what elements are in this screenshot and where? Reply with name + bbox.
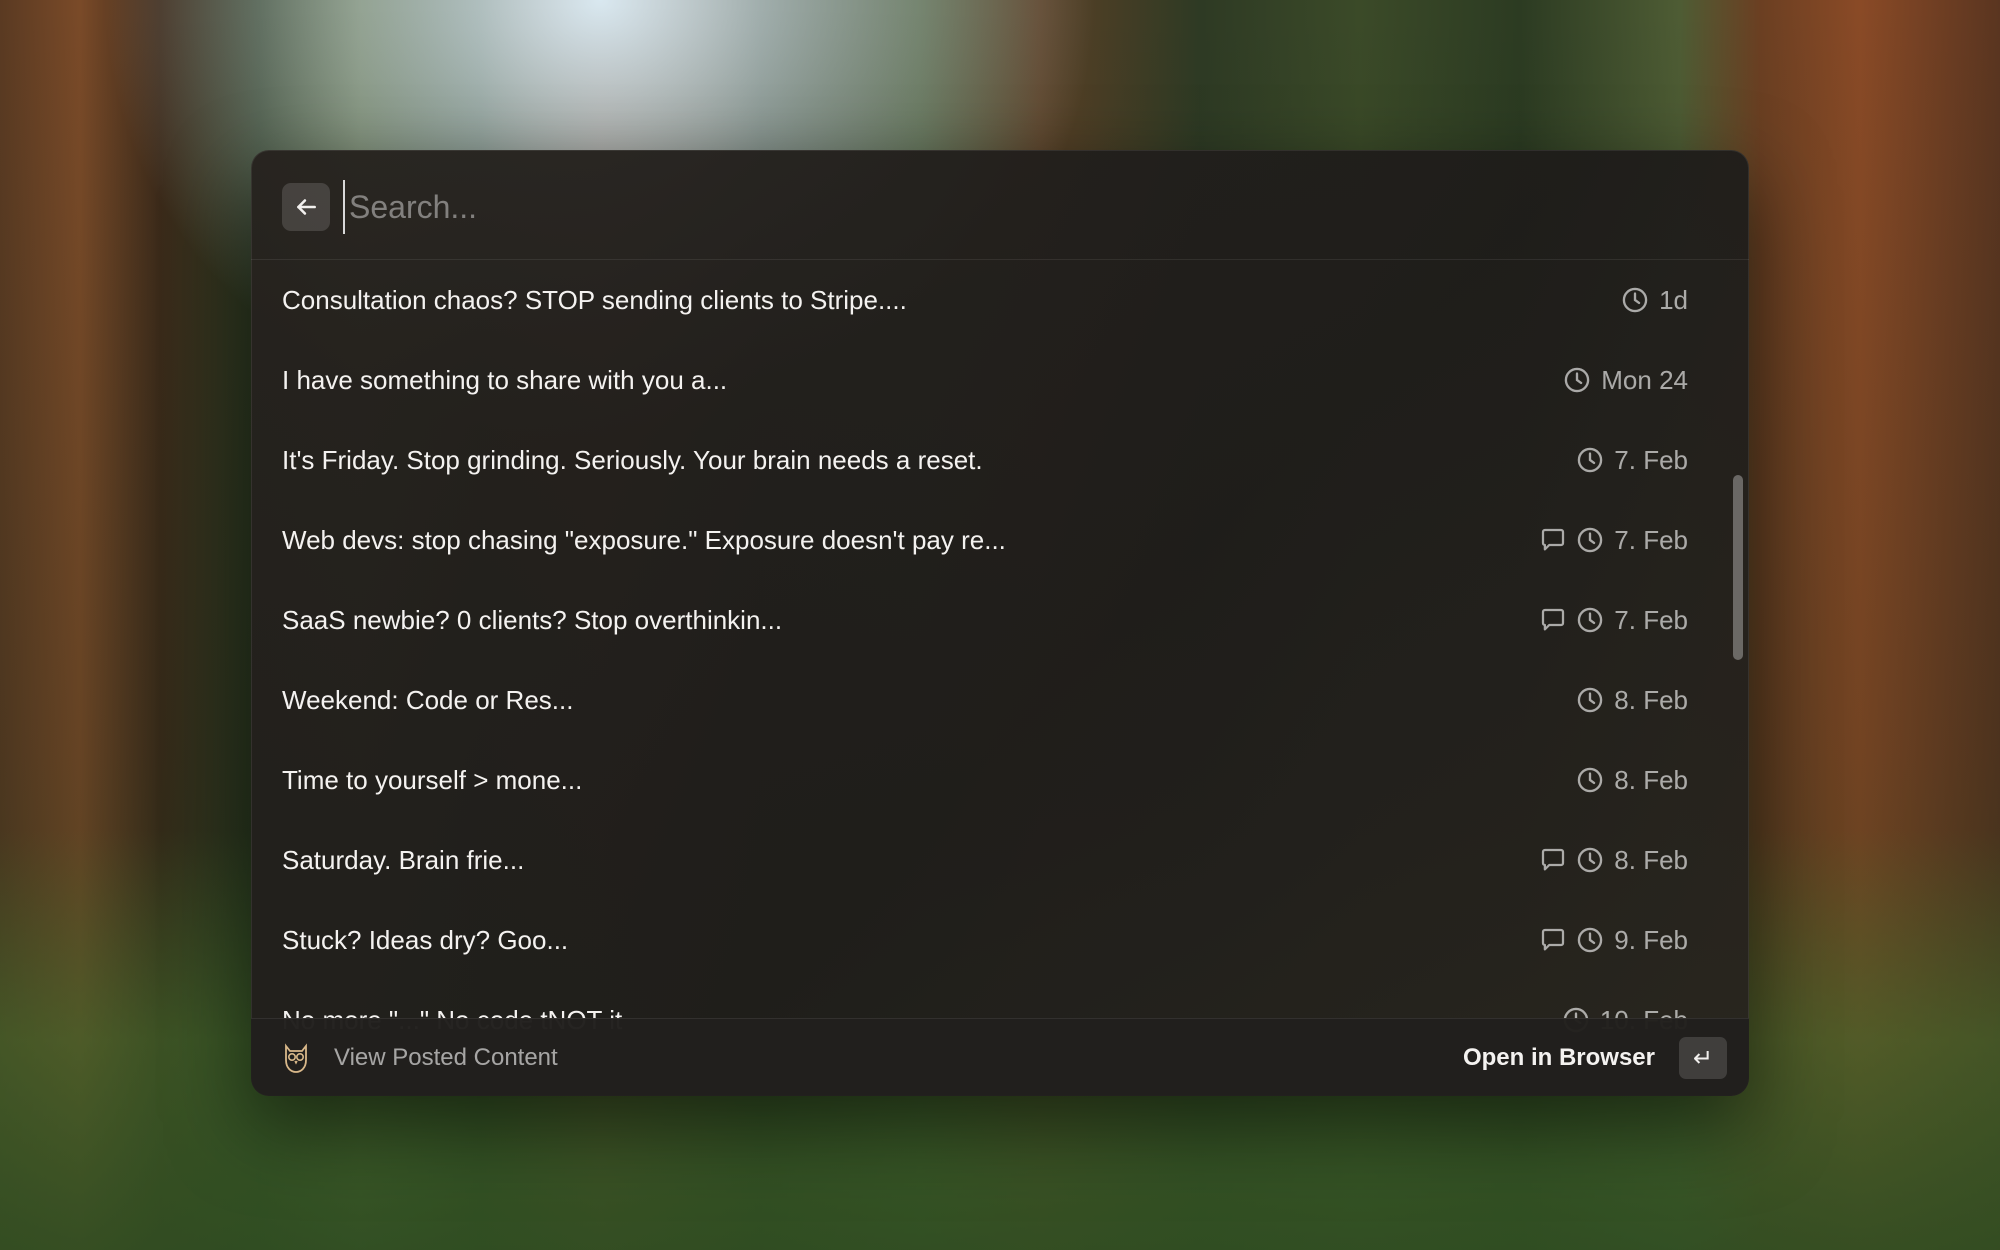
clock-icon (1578, 527, 1603, 553)
clock-icon (1578, 767, 1603, 793)
action-bar: View Posted Content Open in Browser ↵ (251, 1018, 1749, 1096)
search-bar (251, 150, 1749, 260)
list-item-date: 7. Feb (1576, 500, 1688, 580)
list-item-date-text: 8. Feb (1614, 685, 1688, 715)
clock-icon (1578, 847, 1603, 873)
list-item-date-text: 7. Feb (1614, 605, 1688, 635)
return-key-badge[interactable]: ↵ (1679, 1037, 1727, 1079)
arrow-left-icon (297, 199, 316, 215)
speech-bubble-icon (1541, 608, 1565, 631)
list-item-title: SaaS newbie? 0 clients? Stop overthinkin… (282, 605, 783, 635)
open-in-browser-button[interactable]: Open in Browser (1463, 1019, 1655, 1096)
list-item-title: Stuck? Ideas dry? Goo... (282, 925, 569, 955)
list-item[interactable]: SaaS newbie? 0 clients? Stop overthinkin… (251, 580, 1719, 660)
list-item-date: 8. Feb (1576, 660, 1688, 740)
list-item-date-text: 7. Feb (1614, 525, 1688, 555)
speech-bubble-icon (1541, 928, 1565, 951)
back-button[interactable] (282, 183, 330, 231)
list-item-date: 1d (1621, 260, 1688, 340)
list-item-date-text: 1d (1659, 285, 1688, 315)
list-item-date-text: 9. Feb (1614, 925, 1688, 955)
list-item[interactable]: I have something to share with you a... M… (251, 340, 1719, 420)
list-item-title: Web devs: stop chasing "exposure." Expos… (282, 525, 1006, 555)
speech-bubble-icon (1541, 848, 1565, 871)
list-item-title: Consultation chaos? STOP sending clients… (282, 285, 907, 315)
list-item[interactable]: Time to yourself > mone... 8. Feb (251, 740, 1719, 820)
clock-icon (1578, 447, 1603, 473)
clock-icon (1622, 287, 1648, 313)
owl-icon (285, 1043, 307, 1073)
list-item[interactable]: Stuck? Ideas dry? Goo... 9. Feb (251, 900, 1719, 980)
list-item-title: Saturday. Brain frie... (282, 845, 525, 875)
footer-command-label: View Posted Content (334, 1044, 558, 1071)
list-item[interactable]: Consultation chaos? STOP sending clients… (251, 260, 1719, 340)
list-item-date-text: 7. Feb (1614, 445, 1688, 475)
list-item-title: It's Friday. Stop grinding. Seriously. Y… (282, 445, 983, 475)
search-input[interactable] (343, 180, 1699, 234)
list-item-date: 7. Feb (1576, 420, 1688, 500)
list-item-date: 7. Feb (1576, 580, 1688, 660)
list-item-title: Time to yourself > mone... (282, 765, 583, 795)
list-item-title: Weekend: Code or Res... (282, 685, 574, 715)
list-item-date: Mon 24 (1563, 340, 1688, 420)
clock-icon (1578, 927, 1603, 953)
list-item-date-text: 8. Feb (1614, 765, 1688, 795)
list-item-date-text: 8. Feb (1614, 845, 1688, 875)
speech-bubble-icon (1541, 528, 1565, 551)
scrollbar-thumb[interactable] (1733, 475, 1743, 660)
clock-icon (1578, 687, 1603, 713)
list-item-date-text: Mon 24 (1601, 365, 1688, 395)
clock-icon (1565, 367, 1590, 393)
list-item[interactable]: Saturday. Brain frie... 8. Feb (251, 820, 1719, 900)
clock-icon (1578, 607, 1603, 633)
list-item-title: I have something to share with you a... (282, 365, 728, 395)
list-item-date: 8. Feb (1576, 820, 1688, 900)
list-item-date: 9. Feb (1576, 900, 1688, 980)
list-item[interactable]: It's Friday. Stop grinding. Seriously. Y… (251, 420, 1719, 500)
list-item-date: 8. Feb (1576, 740, 1688, 820)
list-item[interactable]: Web devs: stop chasing "exposure." Expos… (251, 500, 1719, 580)
return-key-icon: ↵ (1692, 1044, 1714, 1072)
command-palette-window: Consultation chaos? STOP sending clients… (251, 150, 1749, 1096)
results-list: Consultation chaos? STOP sending clients… (251, 260, 1749, 1096)
list-item[interactable]: Weekend: Code or Res... 8. Feb (251, 660, 1719, 740)
